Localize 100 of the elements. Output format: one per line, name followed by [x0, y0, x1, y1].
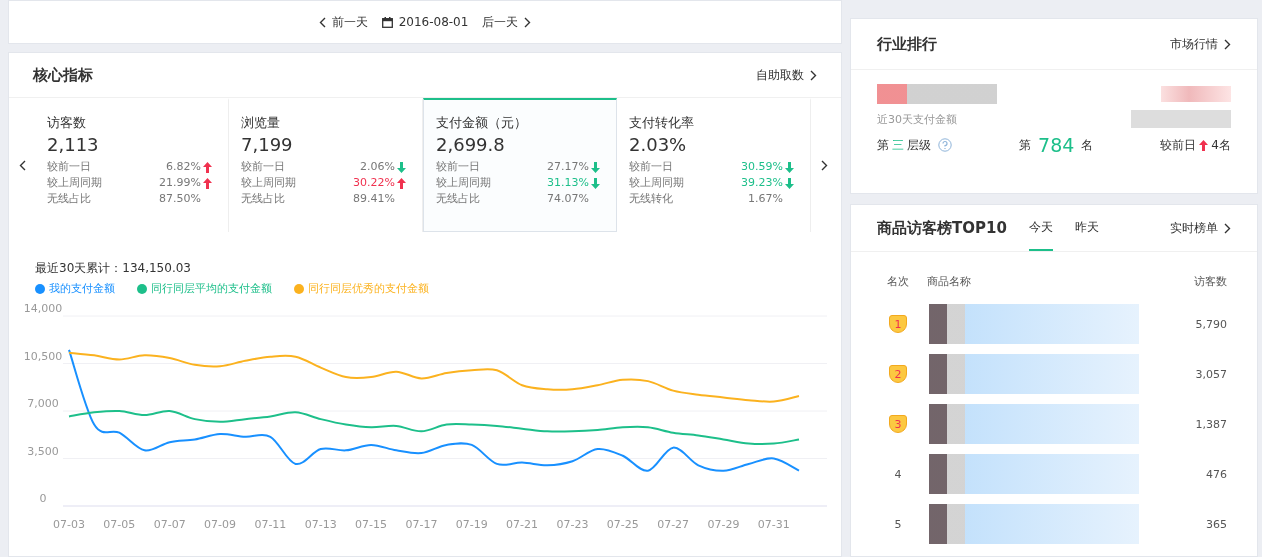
metric-label: 无线转化 [629, 191, 673, 207]
visitor-count: 1,387 [1195, 417, 1227, 431]
column-header: 访客数 [1194, 274, 1227, 289]
day-tab[interactable]: 今天 [1028, 205, 1053, 251]
metric-change: 39.23% [741, 175, 783, 191]
previous-day-link[interactable]: 前一天 [318, 13, 368, 31]
chevron-icon [524, 16, 532, 28]
x-tick-label: 07-09 [204, 518, 236, 531]
arrow-down-icon [785, 177, 794, 189]
x-tick-label: 07-11 [254, 518, 287, 531]
metric-label: 无线占比 [436, 191, 480, 207]
rank-badge: 1 [889, 315, 907, 333]
arrow-up-icon [203, 177, 212, 189]
level-value: 三 [892, 136, 904, 154]
metric-change: 1.67% [748, 191, 783, 207]
x-tick-label: 07-27 [657, 518, 690, 531]
x-tick-label: 07-03 [53, 518, 85, 531]
change-value: 4名 [1211, 136, 1231, 154]
metric-label: 无线占比 [47, 191, 91, 207]
y-tick-label: 7,000 [27, 397, 59, 410]
metric-card[interactable]: 访客数 2,113 较前一日 6.82% 较上周同期 21.99% 无线占比 87.50% [35, 98, 229, 232]
rank-badge: 3 [889, 415, 907, 433]
day-tab[interactable]: 昨天 [1074, 205, 1099, 251]
metric-label: 较前一日 [629, 159, 673, 175]
metric-title: 访客数 [47, 114, 87, 132]
chevron-icon [318, 16, 326, 28]
metric-label: 较前一日 [436, 159, 480, 175]
metric-value: 2.03% [629, 134, 688, 155]
x-tick-label: 07-15 [355, 518, 388, 531]
metric-label: 较前一日 [241, 159, 285, 175]
panel-title: 行业排行 [877, 34, 937, 54]
metric-change: 87.50% [159, 191, 201, 207]
metric-title: 支付金额（元） [436, 114, 528, 132]
metric-label: 较前一日 [47, 159, 91, 175]
self-service-link[interactable]: 自助取数 [756, 66, 817, 84]
metric-label: 较上周同期 [629, 175, 684, 191]
x-tick-label: 07-17 [405, 518, 438, 531]
x-tick-label: 07-23 [556, 518, 589, 531]
help-icon[interactable] [938, 138, 952, 152]
arrow-down-icon [591, 161, 600, 173]
metric-label: 较上周同期 [436, 175, 491, 191]
y-tick-label: 3,500 [27, 444, 59, 458]
next-day-link[interactable]: 后一天 [482, 13, 532, 31]
column-header: 名次 [887, 274, 909, 289]
x-tick-label: 07-25 [606, 518, 639, 531]
panel-title: 核心指标 [33, 65, 93, 85]
blurred-block [1161, 86, 1231, 102]
x-tick-label: 07-31 [757, 518, 790, 531]
metric-title: 支付转化率 [629, 114, 695, 132]
x-tick-label: 07-13 [304, 518, 337, 531]
arrow-up-icon [1199, 139, 1209, 151]
y-tick-label: 10,500 [23, 349, 63, 363]
arrow-up-icon [397, 177, 406, 189]
chevron-icon [820, 159, 828, 171]
metric-change: 21.99% [159, 175, 201, 191]
metric-change: 30.22% [353, 175, 395, 191]
y-tick-label: 0 [39, 492, 47, 505]
level-label: 第 [877, 136, 889, 154]
metric-label: 较上周同期 [47, 175, 102, 191]
visitor-count: 3,057 [1195, 367, 1227, 381]
x-tick-label: 07-19 [455, 518, 488, 531]
metric-change: 27.17% [547, 159, 589, 175]
visitor-count: 5,790 [1195, 317, 1227, 331]
rank-value: 784 [1038, 134, 1075, 156]
panel-title: 商品访客榜TOP10 [877, 218, 1007, 238]
column-header: 商品名称 [927, 274, 971, 289]
chevron-icon [810, 69, 817, 81]
market-link[interactable]: 市场行情 [1170, 35, 1231, 53]
metric-card[interactable]: 支付转化率 2.03% 较前一日 30.59% 较上周同期 39.23% 无线转化 1.67% [617, 98, 811, 232]
realtime-list-link[interactable]: 实时榜单 [1170, 219, 1231, 237]
visitor-count: 365 [1206, 517, 1227, 531]
metric-change: 31.13% [547, 175, 589, 191]
chevron-icon [18, 159, 26, 171]
metric-change: 89.41% [353, 191, 395, 207]
caption: 近30天支付金额 [877, 111, 957, 127]
metric-value: 2,699.8 [436, 134, 506, 155]
date-picker[interactable]: 2016-08-01 [381, 15, 469, 29]
chevron-icon [1224, 38, 1231, 50]
chevron-icon [1224, 222, 1231, 234]
metric-card[interactable]: 支付金额（元） 2,699.8 较前一日 27.17% 较上周同期 31.13% 无线占比 74.07% [423, 98, 617, 232]
arrow-down-icon [785, 161, 794, 173]
x-tick-label: 07-05 [103, 518, 136, 531]
rank-number: 5 [894, 517, 902, 531]
rank-label: 第 [1019, 136, 1032, 154]
metric-change: 6.82% [166, 159, 201, 175]
x-tick-label: 07-07 [153, 518, 186, 531]
arrow-up-icon [203, 161, 212, 173]
metric-value: 2,113 [47, 134, 100, 155]
visitor-count: 476 [1206, 467, 1227, 481]
x-tick-label: 07-29 [707, 518, 740, 531]
metric-change: 30.59% [741, 159, 783, 175]
y-tick-label: 14,000 [23, 302, 63, 315]
rank-label: 名 [1081, 136, 1094, 154]
arrow-down-icon [591, 177, 600, 189]
arrow-down-icon [397, 161, 406, 173]
rank-badge: 2 [889, 365, 907, 383]
total-label: 最近30天累计：134,150.03 [35, 260, 192, 277]
metric-label: 无线占比 [241, 191, 285, 207]
rank-number: 4 [894, 467, 902, 481]
metric-title: 浏览量 [241, 114, 281, 132]
